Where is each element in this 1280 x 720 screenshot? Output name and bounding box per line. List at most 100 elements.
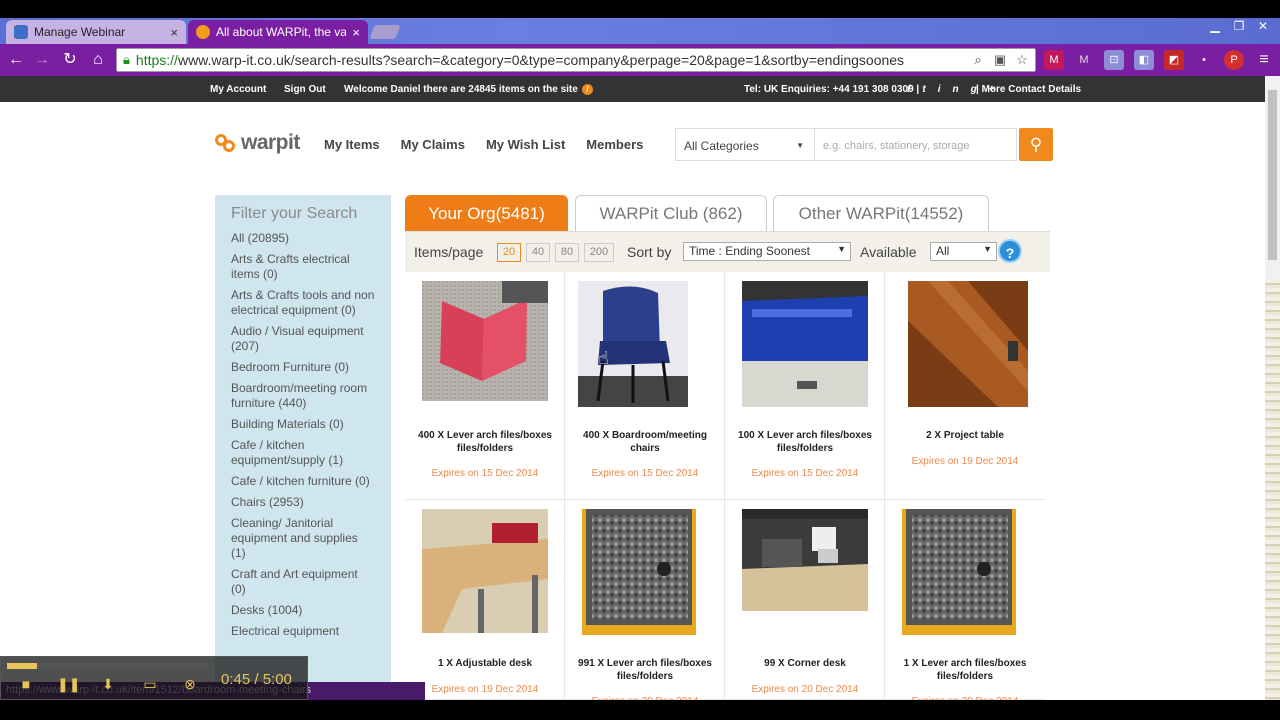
forward-arrow-icon[interactable]: → bbox=[32, 50, 52, 70]
item-title[interactable]: 1 X Lever arch files/boxes files/folders bbox=[891, 657, 1039, 683]
minimize-button[interactable]: ▁ bbox=[1204, 18, 1226, 34]
perpage-20[interactable]: 20 bbox=[497, 243, 521, 262]
perpage-40[interactable]: 40 bbox=[526, 243, 550, 262]
help-icon[interactable]: ? bbox=[998, 239, 1022, 263]
perpage-200[interactable]: 200 bbox=[584, 243, 614, 262]
item-card[interactable]: 99 X Corner desk Expires on 20 Dec 2014 bbox=[725, 500, 885, 700]
linkedin-icon[interactable]: in bbox=[938, 84, 971, 95]
category-item[interactable]: Cafe / kitchen furniture (0) bbox=[231, 474, 375, 489]
category-item[interactable]: Boardroom/meeting room furniture (440) bbox=[231, 381, 375, 411]
window-close-button[interactable]: ✕ bbox=[1252, 18, 1274, 34]
search-icon[interactable]: ⌕ bbox=[969, 51, 987, 69]
logo-icon bbox=[215, 132, 237, 154]
category-item[interactable]: Building Materials (0) bbox=[231, 417, 375, 432]
search-input[interactable]: e.g. chairs, stationery, storage bbox=[815, 128, 1017, 161]
item-card[interactable]: 2 X Project table Expires on 19 Dec 2014 bbox=[885, 272, 1045, 500]
twitter-icon[interactable]: t bbox=[922, 84, 937, 95]
category-item[interactable]: All (20895) bbox=[231, 231, 375, 246]
item-title[interactable]: 400 X Lever arch files/boxes files/folde… bbox=[411, 429, 559, 455]
category-item[interactable]: Bedroom Furniture (0) bbox=[231, 360, 375, 375]
sign-out-link[interactable]: Sign Out bbox=[284, 84, 326, 95]
scrollbar-thumb[interactable] bbox=[1268, 90, 1277, 260]
more-contact-link[interactable]: | More Contact Details bbox=[976, 84, 1081, 95]
close-circle-icon[interactable]: ⊗ bbox=[181, 675, 199, 693]
item-title[interactable]: 991 X Lever arch files/boxes files/folde… bbox=[571, 657, 719, 683]
item-image[interactable] bbox=[742, 281, 868, 407]
item-title[interactable]: 100 X Lever arch files/boxes files/folde… bbox=[731, 429, 879, 455]
category-item[interactable]: Arts & Crafts tools and non electrical e… bbox=[231, 288, 375, 318]
item-image[interactable] bbox=[578, 281, 688, 407]
item-image[interactable] bbox=[902, 509, 1016, 635]
video-player-controls: ■ ❚❚ ⬇ ▭ ⊗ 0:45 / 5:00 bbox=[0, 656, 308, 700]
extension-icon[interactable]: • bbox=[1194, 50, 1214, 70]
gmail-extension-icon[interactable]: M bbox=[1044, 50, 1064, 70]
nav-my-claims[interactable]: My Claims bbox=[401, 137, 465, 152]
close-icon[interactable]: × bbox=[352, 25, 360, 40]
stop-icon[interactable]: ■ bbox=[17, 675, 35, 693]
address-bar[interactable]: 🔒︎ https:// www.warp-it.co.uk/search-res… bbox=[116, 48, 1036, 72]
nav-my-wish-list[interactable]: My Wish List bbox=[486, 137, 565, 152]
item-title[interactable]: 400 X Boardroom/meeting chairs bbox=[571, 429, 719, 455]
tab-warpit-club[interactable]: WARPit Club (862) bbox=[575, 195, 767, 231]
browser-tab-warpit[interactable]: All about WARPit, the valu × bbox=[188, 20, 368, 44]
menu-icon[interactable]: ≡ bbox=[1254, 50, 1274, 70]
browser-tab-manage-webinar[interactable]: Manage Webinar × bbox=[6, 20, 186, 44]
item-title[interactable]: 2 X Project table bbox=[891, 429, 1039, 442]
hand-cursor-icon: ☝︎ bbox=[598, 348, 609, 368]
item-card[interactable]: 991 X Lever arch files/boxes files/folde… bbox=[565, 500, 725, 707]
bookmark-star-icon[interactable]: ☆ bbox=[1013, 51, 1031, 69]
item-image[interactable] bbox=[742, 509, 868, 611]
item-card[interactable]: 400 X Lever arch files/boxes files/folde… bbox=[405, 272, 565, 500]
category-item[interactable]: Arts & Crafts electrical items (0) bbox=[231, 252, 375, 282]
item-card[interactable]: 1 X Lever arch files/boxes files/folders… bbox=[885, 500, 1045, 707]
category-item[interactable]: Cleaning/ Janitorial equipment and suppl… bbox=[231, 516, 375, 561]
my-account-link[interactable]: My Account bbox=[210, 84, 266, 95]
sort-by-label: Sort by bbox=[627, 244, 672, 260]
tab-your-org[interactable]: Your Org(5481) bbox=[405, 195, 568, 231]
extension-icon[interactable]: ◩ bbox=[1164, 50, 1184, 70]
extension-icon[interactable]: ⊡ bbox=[1104, 50, 1124, 70]
nav-my-items[interactable]: My Items bbox=[324, 137, 380, 152]
items-per-page-label: Items/page bbox=[414, 244, 484, 260]
reload-icon[interactable]: ↻ bbox=[60, 50, 80, 70]
m-extension-icon[interactable]: M bbox=[1074, 50, 1094, 70]
sort-select[interactable]: Time : Ending Soonest ▼ bbox=[683, 242, 851, 261]
pinterest-icon[interactable]: P bbox=[1224, 50, 1244, 70]
pause-icon[interactable]: ❚❚ bbox=[57, 675, 80, 693]
category-item[interactable]: Chairs (2953) bbox=[231, 495, 375, 510]
page-action-icon[interactable]: ▣ bbox=[991, 51, 1009, 69]
maximize-button[interactable]: ❐ bbox=[1228, 18, 1250, 34]
nav-members[interactable]: Members bbox=[586, 137, 643, 152]
category-item[interactable]: Electrical equipment bbox=[231, 624, 375, 639]
back-arrow-icon[interactable]: ← bbox=[6, 50, 26, 70]
item-title[interactable]: 1 X Adjustable desk bbox=[411, 657, 559, 670]
category-item[interactable]: Cafe / kitchen equipment/supply (1) bbox=[231, 438, 375, 468]
video-progress-bar[interactable] bbox=[7, 663, 207, 669]
item-image[interactable] bbox=[422, 509, 548, 633]
item-card[interactable]: 400 X Boardroom/meeting chairs Expires o… bbox=[565, 272, 725, 500]
warpit-logo[interactable]: warpit bbox=[215, 131, 300, 155]
item-card[interactable]: 1 X Adjustable desk Expires on 19 Dec 20… bbox=[405, 500, 565, 700]
close-icon[interactable]: × bbox=[170, 25, 178, 40]
item-card[interactable]: 100 X Lever arch files/boxes files/folde… bbox=[725, 272, 885, 500]
folder-icon[interactable]: ▭ bbox=[141, 675, 159, 693]
category-item[interactable]: Desks (1004) bbox=[231, 603, 375, 618]
home-icon[interactable]: ⌂ bbox=[88, 50, 108, 70]
item-image[interactable] bbox=[582, 509, 696, 635]
new-tab-button[interactable] bbox=[369, 25, 401, 39]
caret-down-icon: ▼ bbox=[837, 244, 846, 254]
category-select[interactable]: All Categories ▼ bbox=[675, 128, 815, 161]
tab-other-warpit[interactable]: Other WARPit(14552) bbox=[773, 195, 989, 231]
info-icon[interactable]: ! bbox=[581, 84, 593, 95]
category-item[interactable]: Audio / Visual equipment (207) bbox=[231, 324, 375, 354]
category-item[interactable]: Craft and Art equipment (0) bbox=[231, 567, 375, 597]
item-title[interactable]: 99 X Corner desk bbox=[731, 657, 879, 670]
item-image[interactable] bbox=[422, 281, 548, 401]
perpage-80[interactable]: 80 bbox=[555, 243, 579, 262]
item-image[interactable] bbox=[908, 281, 1028, 407]
available-select[interactable]: All ▼ bbox=[930, 242, 997, 261]
search-button[interactable]: ⚲ bbox=[1019, 128, 1053, 161]
extension-icon[interactable]: ◧ bbox=[1134, 50, 1154, 70]
facebook-icon[interactable]: f bbox=[907, 84, 922, 95]
download-icon[interactable]: ⬇ bbox=[99, 675, 117, 693]
